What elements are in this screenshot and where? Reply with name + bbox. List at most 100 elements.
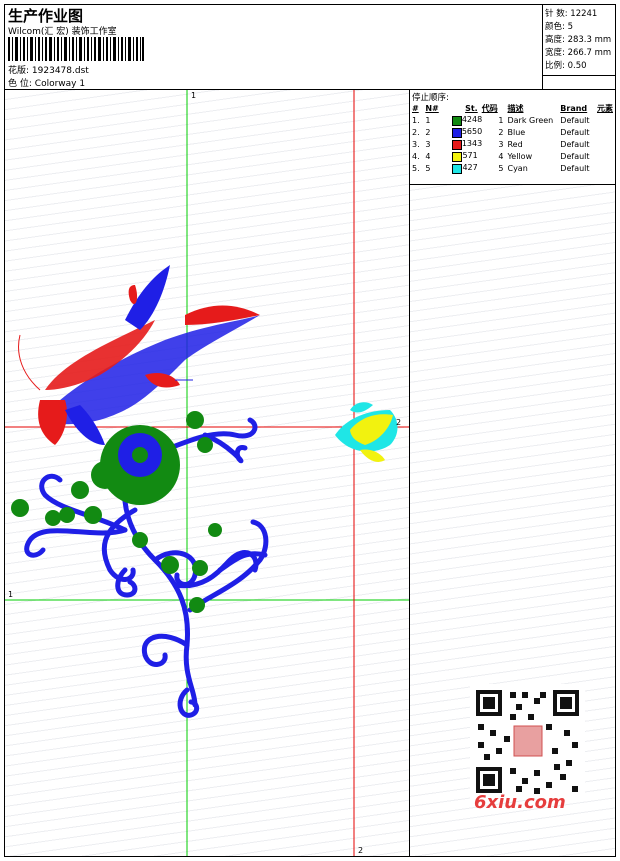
- barcode-icon: [8, 37, 144, 61]
- color-table: # N# St. 代码 描述 Brand 元素 1. 1 4248 1 Dark Gre…: [410, 102, 615, 174]
- design-file-label: 花版:: [8, 66, 30, 76]
- stat-scale-value: 0.50: [567, 61, 587, 71]
- stats-panel: 针 数: 12241 颜色: 5 高度: 283.3 mm 宽度: 266.7 …: [542, 5, 616, 89]
- color-row-description: Yellow: [507, 151, 533, 161]
- color-row-index: 1.: [412, 115, 420, 125]
- stats-divider: [543, 75, 616, 76]
- guide-label-top-1: 1: [191, 91, 197, 100]
- stat-stitches-label: 针 数:: [545, 9, 568, 19]
- color-swatch: [451, 115, 462, 126]
- stat-width-value: 266.7 mm: [567, 48, 612, 58]
- design-file-value: 1923478.dst: [31, 66, 89, 76]
- stat-colors: 颜色: 5: [545, 20, 573, 32]
- color-row-index: 5.: [412, 163, 420, 173]
- color-row: 1. 1 4248 1 Dark Green Default: [410, 114, 615, 126]
- guide-label-right-2: 2: [396, 418, 402, 427]
- color-swatch: [451, 139, 462, 150]
- color-row: 3. 3 1343 3 Red Default: [410, 138, 615, 150]
- color-row-stitches-cell: 427: [450, 162, 480, 174]
- stat-width: 宽度: 266.7 mm: [545, 46, 611, 58]
- stat-colors-label: 颜色:: [545, 22, 565, 32]
- stat-stitches: 针 数: 12241: [545, 7, 597, 19]
- col-header-stop: N#: [425, 103, 439, 113]
- color-row-code: 4: [498, 151, 504, 161]
- stat-height: 高度: 283.3 mm: [545, 33, 611, 45]
- stat-width-label: 宽度:: [545, 48, 565, 58]
- color-row-stitches: 1343: [461, 138, 483, 148]
- color-row-stop: 5: [425, 163, 431, 173]
- color-row-code: 5: [498, 163, 504, 173]
- stat-height-value: 283.3 mm: [567, 35, 612, 45]
- color-row-stitches: 4248: [461, 114, 483, 124]
- color-row-stop: 4: [425, 151, 431, 161]
- guide-label-bottom-2: 2: [358, 846, 364, 855]
- color-row: 5. 5 427 5 Cyan Default: [410, 162, 615, 174]
- color-row-stop: 1: [425, 115, 431, 125]
- colorway-row: 色 位: Colorway 1: [8, 76, 85, 89]
- qr-code-icon: [470, 684, 585, 799]
- color-row-description: Dark Green: [507, 115, 554, 125]
- col-header-code: 代码: [481, 103, 498, 113]
- col-header-brand: Brand: [560, 103, 588, 113]
- color-row-stitches-cell: 571: [450, 150, 480, 162]
- design-preview: 1 1 2 2: [5, 90, 410, 856]
- col-header-index: #: [412, 103, 419, 113]
- stat-height-label: 高度:: [545, 35, 565, 45]
- stat-scale: 比例: 0.50: [545, 59, 587, 71]
- production-sheet: 生产作业图 Wilcom(汇 宏) 装饰工作室 花版: 1923478.dst …: [4, 4, 616, 857]
- color-row-code: 2: [498, 127, 504, 137]
- color-row-element: [595, 150, 615, 162]
- color-row-description: Cyan: [507, 163, 528, 173]
- color-row-index: 4.: [412, 151, 420, 161]
- col-header-description: 描述: [507, 103, 524, 113]
- sheet-header: 生产作业图 Wilcom(汇 宏) 装饰工作室 花版: 1923478.dst …: [5, 5, 616, 90]
- color-row-brand: Default: [560, 139, 590, 149]
- embroidery-artwork: [5, 90, 409, 856]
- color-row-stitches: 571: [462, 150, 478, 160]
- design-file-row: 花版: 1923478.dst: [8, 63, 89, 76]
- col-header-stitches: St.: [465, 103, 478, 113]
- colorway-label: 色 位:: [8, 79, 32, 89]
- side-panel: 停止顺序: # N# St. 代码 描述 Brand 元素 1. 1 4248 1 Da…: [410, 90, 615, 856]
- color-row-stitches: 427: [462, 162, 478, 172]
- color-table-header: # N# St. 代码 描述 Brand 元素: [410, 102, 615, 114]
- col-header-element: 元素: [597, 103, 613, 113]
- color-row-index: 2.: [412, 127, 420, 137]
- color-row-element: [595, 162, 615, 174]
- page-title: 生产作业图: [8, 7, 84, 25]
- color-row-stop: 2: [425, 127, 431, 137]
- color-row-index: 3.: [412, 139, 420, 149]
- color-row-stitches: 5650: [461, 126, 483, 136]
- guide-label-left-1: 1: [8, 590, 14, 599]
- company-name: Wilcom(汇 宏) 装饰工作室: [8, 27, 117, 37]
- stat-colors-value: 5: [567, 22, 573, 32]
- color-row-stop: 3: [425, 139, 431, 149]
- color-swatch: [451, 127, 462, 138]
- color-row-stitches-cell: 1343: [450, 138, 483, 150]
- color-row-description: Red: [507, 139, 523, 149]
- color-row-element: [595, 138, 615, 150]
- watermark-brand: 6xiu.com: [474, 792, 566, 813]
- color-row: 4. 4 571 4 Yellow Default: [410, 150, 615, 162]
- color-row-element: [595, 126, 615, 138]
- color-row-brand: Default: [560, 163, 590, 173]
- color-row-brand: Default: [560, 151, 590, 161]
- color-swatch: [451, 151, 462, 162]
- stat-stitches-value: 12241: [570, 9, 598, 19]
- color-row-description: Blue: [507, 127, 526, 137]
- color-row-stitches-cell: 5650: [450, 126, 483, 138]
- color-row-brand: Default: [560, 115, 590, 125]
- color-row-code: 3: [498, 139, 504, 149]
- stop-sequence-panel: 停止顺序: # N# St. 代码 描述 Brand 元素 1. 1 4248 1 Da…: [410, 90, 615, 185]
- red-blue-motif: [18, 265, 260, 445]
- color-row: 2. 2 5650 2 Blue Default: [410, 126, 615, 138]
- color-row-code: 1: [498, 115, 504, 125]
- blue-flower-center: [118, 433, 162, 477]
- color-row-stitches-cell: 4248: [450, 114, 483, 126]
- color-row-element: [595, 114, 615, 126]
- yellow-cyan-flower: [335, 402, 398, 462]
- color-swatch: [451, 163, 462, 174]
- stat-scale-label: 比例:: [545, 61, 565, 71]
- color-row-brand: Default: [560, 127, 590, 137]
- colorway-value: Colorway 1: [34, 79, 86, 89]
